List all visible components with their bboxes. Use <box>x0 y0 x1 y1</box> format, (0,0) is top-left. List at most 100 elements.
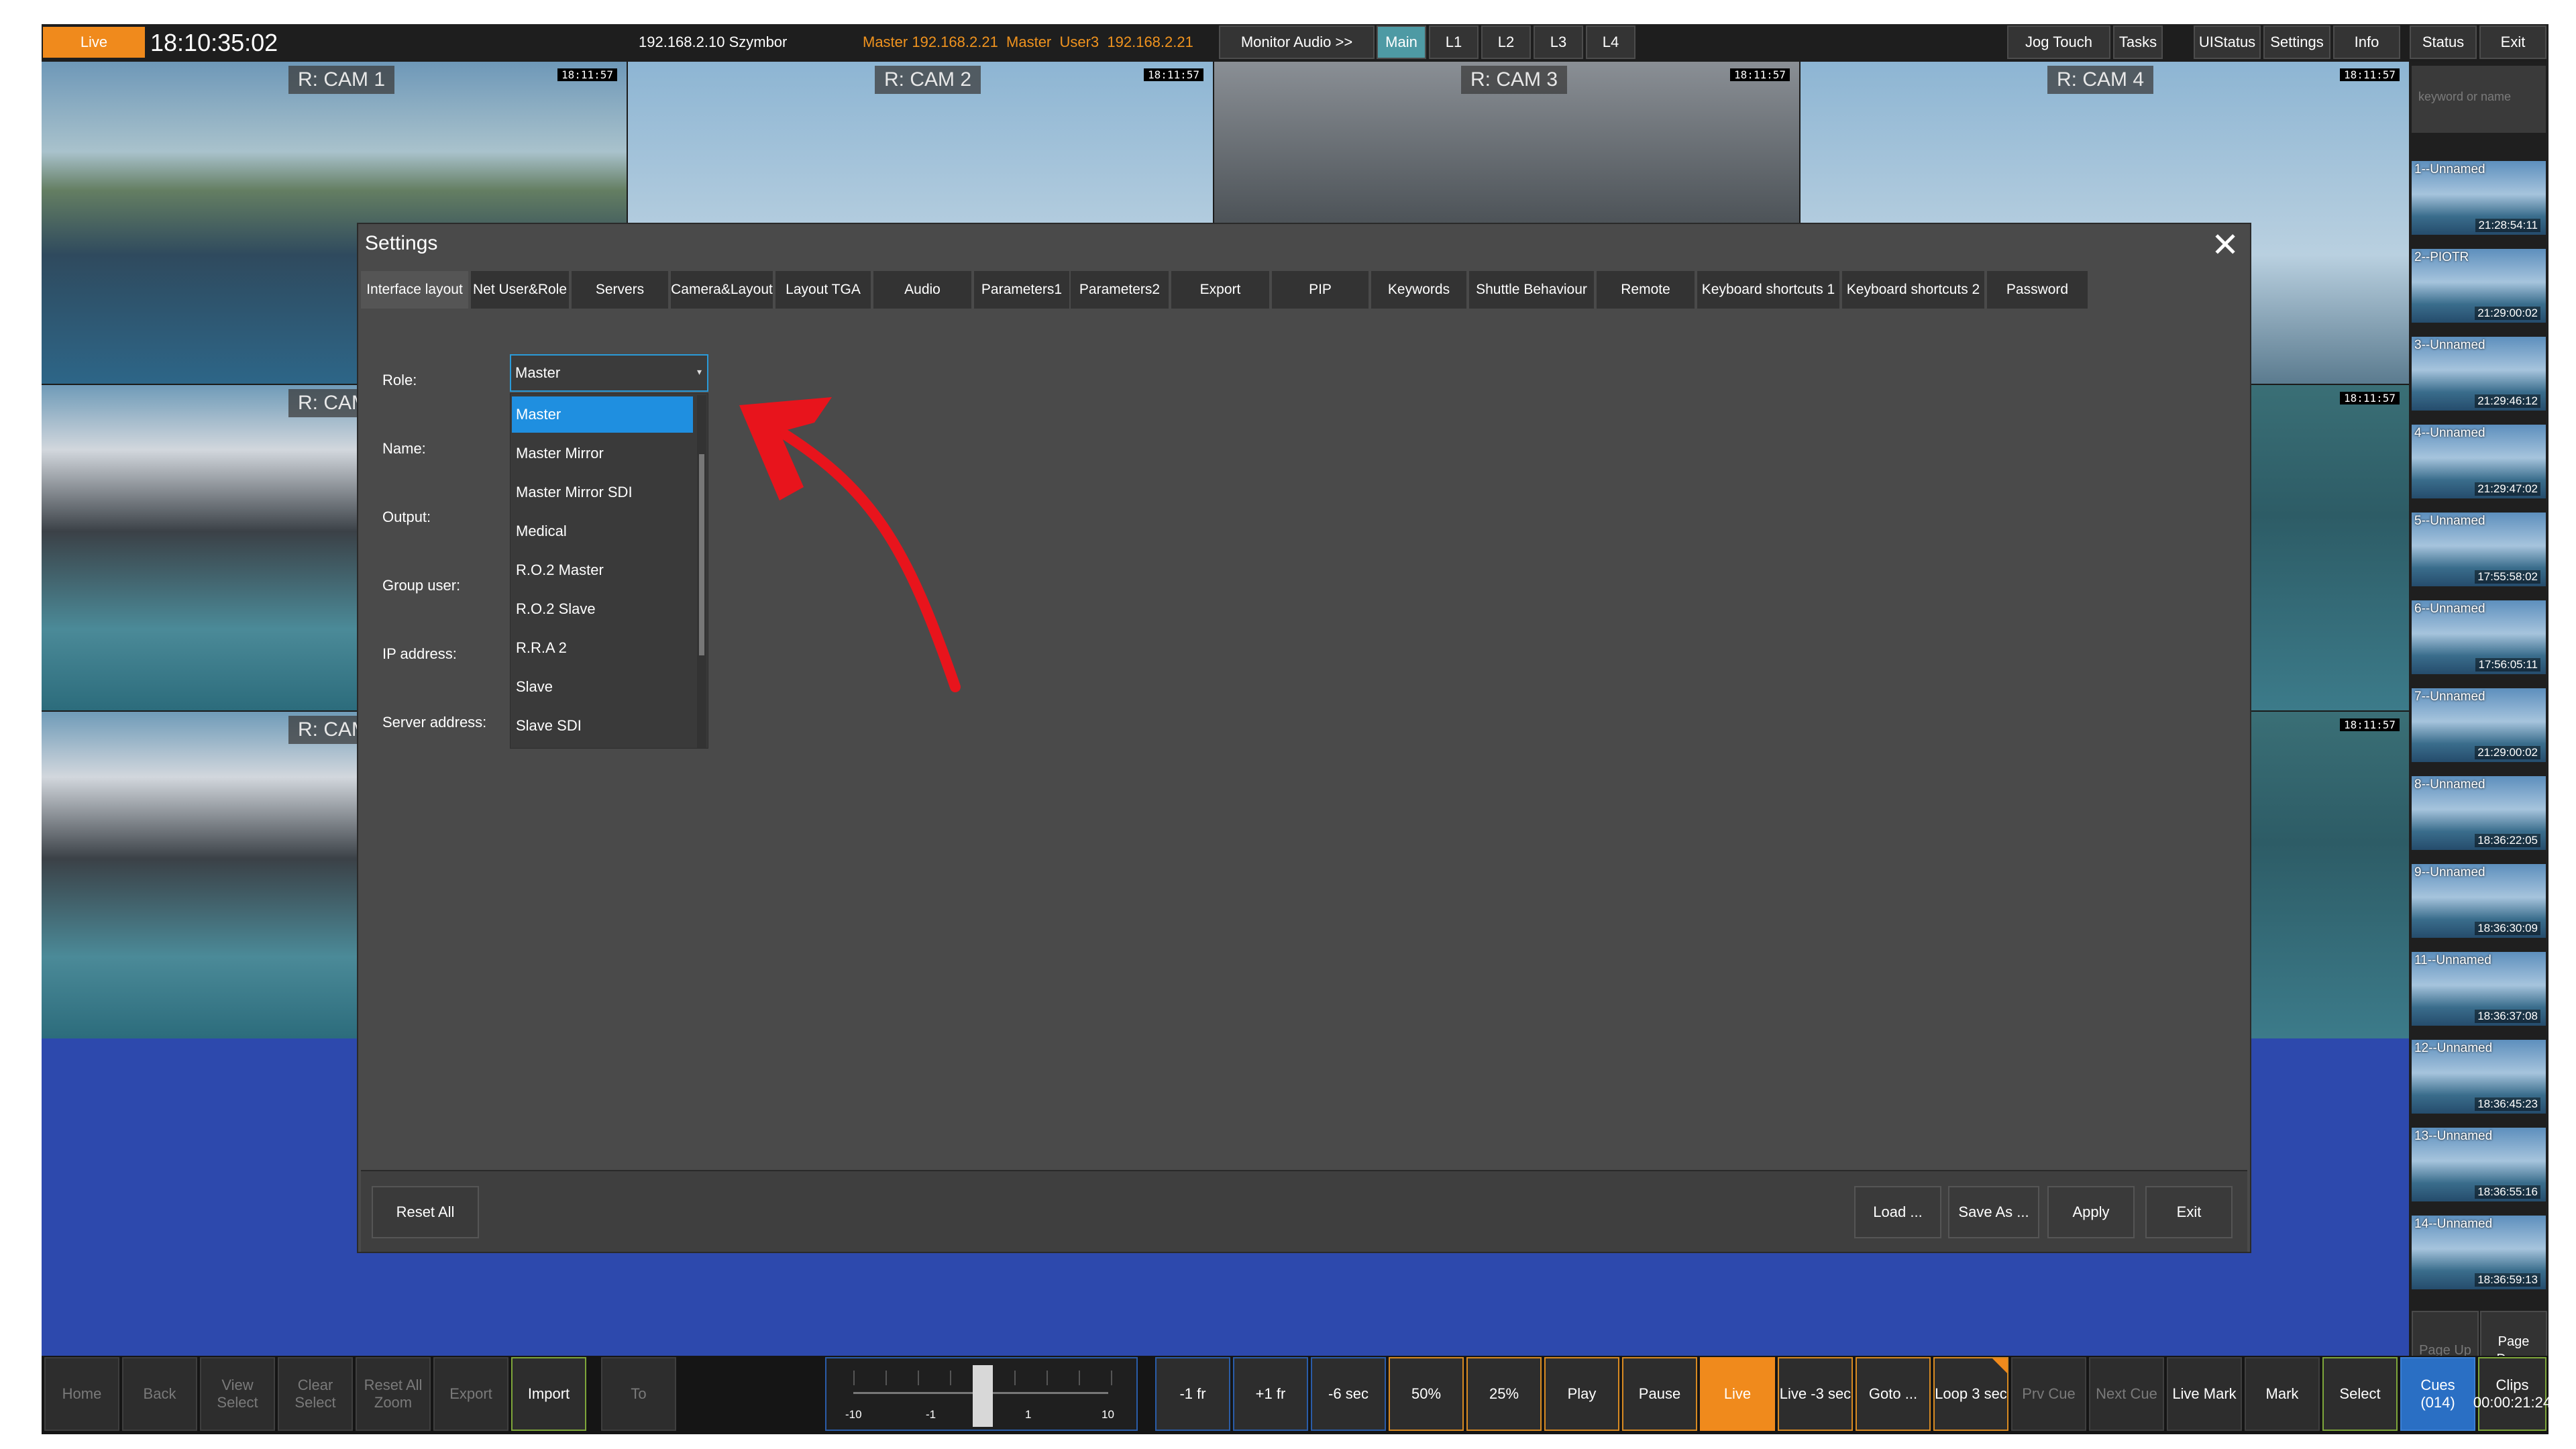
tab-pip[interactable]: PIP <box>1272 271 1368 309</box>
tab-export[interactable]: Export <box>1171 271 1269 309</box>
reset-all-zoom-button[interactable]: Reset All Zoom <box>356 1357 431 1431</box>
live-mark-button[interactable]: Live Mark <box>2167 1357 2242 1431</box>
clip-timecode: 21:29:46:12 <box>2475 394 2540 408</box>
tab-parameters2[interactable]: Parameters2 <box>1071 271 1169 309</box>
role-option[interactable]: Master <box>512 396 693 433</box>
main-button[interactable]: Main <box>1377 25 1426 59</box>
jog-touch-button[interactable]: Jog Touch <box>2007 25 2110 59</box>
l3-button[interactable]: L3 <box>1534 25 1583 59</box>
live-button[interactable]: Live <box>1700 1357 1775 1431</box>
scrollbar-thumb[interactable] <box>699 454 704 655</box>
clip-thumbnail[interactable]: 12--Unnamed 18:36:45:23 <box>2412 1040 2546 1120</box>
tab-keyboard-shortcuts-2[interactable]: Keyboard shortcuts 2 <box>1842 271 1984 309</box>
reset-all-button[interactable]: Reset All <box>372 1186 479 1238</box>
loop-button[interactable]: Loop 3 sec <box>1933 1357 2008 1431</box>
live-minus-3-sec-button[interactable]: Live -3 sec <box>1778 1357 1853 1431</box>
tab-audio[interactable]: Audio <box>873 271 971 309</box>
role-option[interactable]: Master Mirror <box>512 435 693 472</box>
clip-thumbnail[interactable]: 3--Unnamed 21:29:46:12 <box>2412 337 2546 417</box>
l1-button[interactable]: L1 <box>1429 25 1479 59</box>
status-button[interactable]: Status <box>2410 25 2477 59</box>
tab-camera-layout[interactable]: Camera&Layout <box>671 271 773 309</box>
load-button[interactable]: Load ... <box>1854 1186 1941 1238</box>
monitor-audio-button[interactable]: Monitor Audio >> <box>1219 25 1375 59</box>
clip-thumbnail[interactable]: 2--PIOTR 21:29:00:02 <box>2412 249 2546 329</box>
select-button[interactable]: Select <box>2322 1357 2398 1431</box>
clip-thumbnail[interactable]: 14--Unnamed 18:36:59:13 <box>2412 1216 2546 1296</box>
info-button[interactable]: Info <box>2333 25 2400 59</box>
goto-button[interactable]: Goto ... <box>1856 1357 1931 1431</box>
role-option[interactable]: R.R.A 2 <box>512 630 693 666</box>
speed-25-button[interactable]: 25% <box>1466 1357 1542 1431</box>
clear-select-button[interactable]: Clear Select <box>278 1357 353 1431</box>
clip-timecode: 21:29:00:02 <box>2475 307 2540 320</box>
tab-net-user-role[interactable]: Net User&Role <box>471 271 569 309</box>
clip-name: 2--PIOTR <box>2414 250 2469 264</box>
tab-password[interactable]: Password <box>1987 271 2088 309</box>
tab-keyboard-shortcuts-1[interactable]: Keyboard shortcuts 1 <box>1697 271 1839 309</box>
apply-button[interactable]: Apply <box>2047 1186 2135 1238</box>
export-button[interactable]: Export <box>433 1357 508 1431</box>
role-option[interactable]: R.O.2 Master <box>512 552 693 588</box>
uistatus-button[interactable]: UIStatus <box>2194 25 2261 59</box>
settings-button[interactable]: Settings <box>2263 25 2330 59</box>
exit-button[interactable]: Exit <box>2479 25 2546 59</box>
clip-thumbnail[interactable]: 11--Unnamed 18:36:37:08 <box>2412 952 2546 1032</box>
clip-thumbnail[interactable]: 1--Unnamed 21:28:54:11 <box>2412 161 2546 241</box>
l4-button[interactable]: L4 <box>1586 25 1635 59</box>
back-button[interactable]: Back <box>122 1357 197 1431</box>
home-button[interactable]: Home <box>44 1357 119 1431</box>
cues-button[interactable]: Cues (014) <box>2400 1357 2475 1431</box>
l2-button[interactable]: L2 <box>1481 25 1531 59</box>
minus-1-frame-button[interactable]: -1 fr <box>1155 1357 1230 1431</box>
clip-thumbnail[interactable]: 6--Unnamed 17:56:05:11 <box>2412 600 2546 681</box>
next-cue-button[interactable]: Next Cue <box>2089 1357 2164 1431</box>
shuttle-slider[interactable]: -10 -1 1 10 <box>825 1357 1138 1431</box>
shuttle-tick <box>950 1371 951 1385</box>
tab-interface-layout[interactable]: Interface layout <box>361 271 468 309</box>
tab-keywords[interactable]: Keywords <box>1371 271 1466 309</box>
live-indicator[interactable]: Live <box>43 27 145 58</box>
clip-thumbnail[interactable]: 13--Unnamed 18:36:55:16 <box>2412 1128 2546 1208</box>
role-dropdown[interactable]: Master ▾ <box>510 354 708 392</box>
import-button[interactable]: Import <box>511 1357 586 1431</box>
pause-button[interactable]: Pause <box>1622 1357 1697 1431</box>
mark-button[interactable]: Mark <box>2245 1357 2320 1431</box>
exit-dialog-button[interactable]: Exit <box>2145 1186 2233 1238</box>
tab-shuttle-behaviour[interactable]: Shuttle Behaviour <box>1469 271 1594 309</box>
clip-thumbnail[interactable]: 4--Unnamed 21:29:47:02 <box>2412 425 2546 505</box>
clip-thumbnail[interactable]: 9--Unnamed 18:36:30:09 <box>2412 864 2546 945</box>
play-button[interactable]: Play <box>1544 1357 1619 1431</box>
role-option[interactable]: Medical <box>512 513 693 549</box>
role-option[interactable]: Master Mirror SDI <box>512 474 693 511</box>
save-as-button[interactable]: Save As ... <box>1948 1186 2039 1238</box>
dropdown-scrollbar[interactable] <box>697 395 706 748</box>
tab-servers[interactable]: Servers <box>572 271 668 309</box>
shuttle-handle[interactable] <box>973 1365 993 1427</box>
close-icon[interactable]: ✕ <box>2211 228 2239 262</box>
tab-remote[interactable]: Remote <box>1597 271 1695 309</box>
clips-button[interactable]: Clips 00:00:21:24 <box>2473 1357 2548 1431</box>
minus-6-sec-button[interactable]: -6 sec <box>1311 1357 1386 1431</box>
role-dropdown-value: Master <box>515 364 561 381</box>
clip-thumbnail[interactable]: 7--Unnamed 21:29:00:02 <box>2412 688 2546 769</box>
role-option[interactable]: Slave SDI <box>512 708 693 744</box>
clip-thumbnail[interactable]: 8--Unnamed 18:36:22:05 <box>2412 776 2546 857</box>
shuttle-tick <box>918 1371 919 1385</box>
to-button[interactable]: To <box>601 1357 676 1431</box>
clip-name: 9--Unnamed <box>2414 865 2485 879</box>
speed-50-button[interactable]: 50% <box>1389 1357 1464 1431</box>
previous-cue-button[interactable]: Prv Cue <box>2011 1357 2086 1431</box>
tab-parameters1[interactable]: Parameters1 <box>974 271 1069 309</box>
clip-name: 1--Unnamed <box>2414 162 2485 176</box>
clip-thumbnail[interactable]: 5--Unnamed 17:55:58:02 <box>2412 513 2546 593</box>
keyword-search-input[interactable]: keyword or name <box>2412 66 2546 133</box>
clip-timecode: 18:36:45:23 <box>2475 1097 2540 1111</box>
tasks-button[interactable]: Tasks <box>2113 25 2163 59</box>
role-option[interactable]: R.O.2 Slave <box>512 591 693 627</box>
role-option[interactable]: Slave <box>512 669 693 705</box>
tab-layout-tga[interactable]: Layout TGA <box>775 271 871 309</box>
plus-1-frame-button[interactable]: +1 fr <box>1233 1357 1308 1431</box>
view-select-button[interactable]: View Select <box>200 1357 275 1431</box>
camera-timecode: 18:11:57 <box>2339 392 2400 405</box>
